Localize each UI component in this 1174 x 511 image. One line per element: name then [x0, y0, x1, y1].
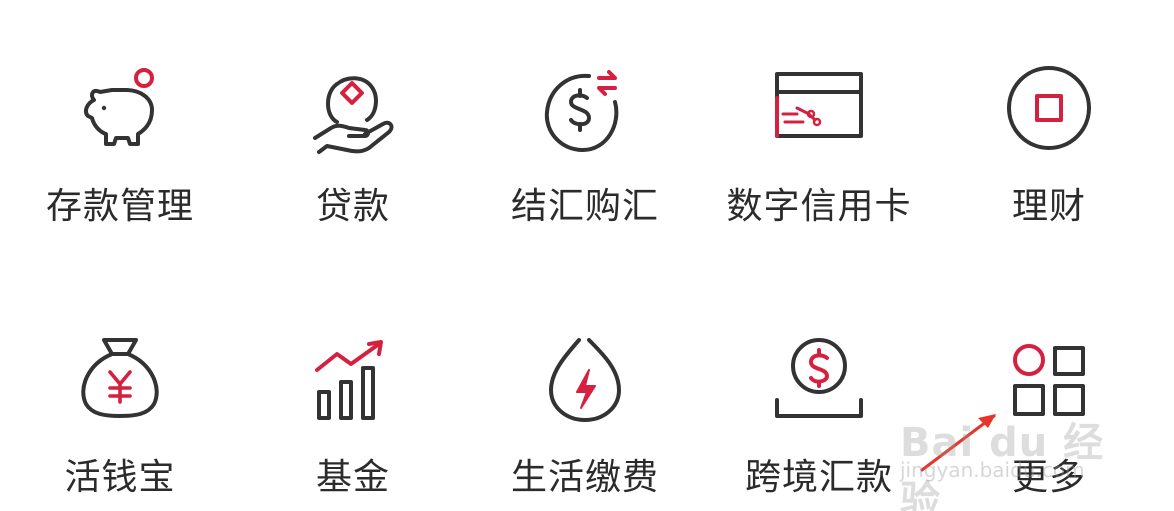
tile-label: 结汇购汇 [510, 186, 659, 227]
piggy-bank-icon [70, 62, 170, 162]
tile-exchange[interactable]: 结汇购汇 [468, 62, 702, 262]
utility-drop-icon [535, 330, 635, 430]
tile-more[interactable]: 更多 [932, 330, 1166, 511]
tile-label: 更多 [1011, 457, 1086, 498]
service-grid-page: 存款管理 贷款 结汇购汇 数字信用卡 理财 活钱宝 基金 生活缴费 跨境汇款 更… [0, 0, 1174, 511]
tile-label: 数字信用卡 [726, 186, 912, 227]
tile-wealth-management[interactable]: 理财 [932, 62, 1166, 262]
dollar-coin-tray-icon [769, 330, 869, 430]
tile-flexible-savings[interactable]: 活钱宝 [3, 330, 237, 511]
coin-hand-icon [303, 62, 403, 162]
more-apps-icon [999, 330, 1099, 430]
tile-label: 存款管理 [45, 186, 194, 227]
tile-label: 贷款 [315, 186, 390, 227]
tile-label: 活钱宝 [64, 457, 176, 498]
tile-label: 生活缴费 [510, 457, 659, 498]
tile-deposit-management[interactable]: 存款管理 [3, 62, 237, 262]
growth-chart-icon [303, 330, 403, 430]
tile-utility-payment[interactable]: 生活缴费 [468, 330, 702, 511]
tile-loan[interactable]: 贷款 [236, 62, 470, 262]
tile-digital-credit-card[interactable]: 数字信用卡 [702, 62, 936, 262]
yuan-money-bag-icon [70, 330, 170, 430]
tile-label: 基金 [315, 457, 390, 498]
tile-label: 理财 [1011, 186, 1086, 227]
tile-label: 跨境汇款 [744, 457, 893, 498]
tile-cross-border-remittance[interactable]: 跨境汇款 [702, 330, 936, 511]
credit-card-icon [769, 62, 869, 162]
wealth-circle-icon [999, 62, 1099, 162]
dollar-exchange-icon [535, 62, 635, 162]
tile-fund[interactable]: 基金 [236, 330, 470, 511]
